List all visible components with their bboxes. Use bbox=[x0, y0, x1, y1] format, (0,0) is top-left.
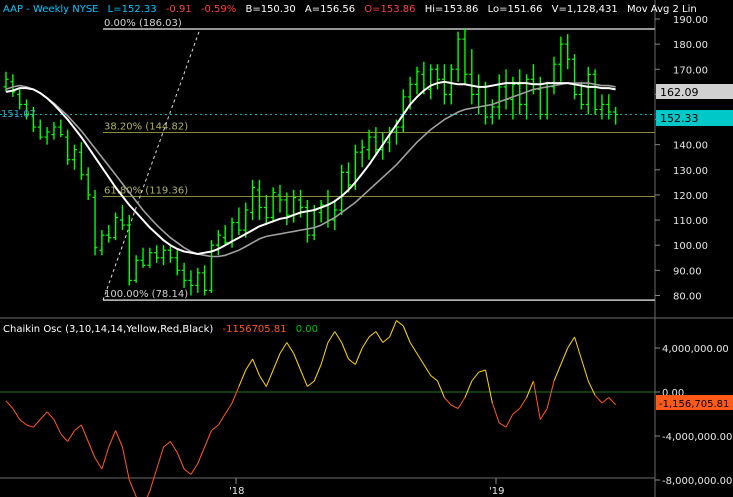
osc-zero: 0.00 bbox=[296, 324, 318, 335]
price-axis-label: 100.00 bbox=[673, 241, 708, 252]
x-label-2018: '18 bbox=[229, 486, 244, 497]
x-label-2019: '19 bbox=[489, 486, 504, 497]
osc-value: -1156705.81 bbox=[223, 324, 287, 335]
volume-text: V=1,128,431 bbox=[552, 4, 618, 15]
left-price-label: 151.07 bbox=[1, 109, 36, 120]
osc-axis-label: -4,000,000.00 bbox=[662, 432, 732, 443]
price-axis-label: 190.00 bbox=[673, 15, 708, 26]
osc-axis-label: 4,000,000.00 bbox=[662, 344, 729, 355]
stock-chart: AAP - Weekly NYSE L=152.33 -0.91 -0.59% … bbox=[0, 0, 733, 497]
open-text: O=153.86 bbox=[364, 4, 415, 15]
fib-label: 38.20% (144.82) bbox=[104, 122, 188, 133]
high-text: Hi=153.86 bbox=[425, 4, 479, 15]
ma-price-tag: 162.09 bbox=[656, 84, 733, 99]
osc-header: Chaikin Osc (3,10,14,14,Yellow,Red,Black… bbox=[3, 324, 318, 335]
header-line: AAP - Weekly NYSE L=152.33 -0.91 -0.59% … bbox=[3, 4, 697, 15]
price-axis-label: 120.00 bbox=[673, 191, 708, 202]
ask-text: A=156.56 bbox=[305, 4, 355, 15]
price-axis-label: 80.00 bbox=[673, 291, 702, 302]
low-text: Lo=151.66 bbox=[488, 4, 543, 15]
bid-text: B=150.30 bbox=[245, 4, 295, 15]
last-text: L=152.33 bbox=[108, 4, 157, 15]
fib-label: 100.00% (78.14) bbox=[104, 289, 188, 300]
fib-label: 0.00% (186.03) bbox=[104, 18, 182, 29]
chart-root: AAP - Weekly NYSE L=152.33 -0.91 -0.59% … bbox=[0, 0, 733, 497]
last-price-tag: 152.33 bbox=[656, 110, 733, 126]
price-axis-label: 180.00 bbox=[673, 40, 708, 51]
price-axis-label: 170.00 bbox=[673, 65, 708, 76]
chart-background bbox=[0, 0, 733, 497]
osc-axis-label: -8,000,000.00 bbox=[662, 476, 732, 487]
change-pct-text: -0.59% bbox=[201, 4, 236, 15]
price-axis-label: 130.00 bbox=[673, 166, 708, 177]
symbol-text: AAP - Weekly NYSE bbox=[3, 4, 98, 15]
osc-value-tag: -1,156,705.81 bbox=[656, 395, 733, 410]
change-text: -0.91 bbox=[166, 4, 192, 15]
price-axis-label: 90.00 bbox=[673, 266, 702, 277]
osc-value-tag-text: -1,156,705.81 bbox=[659, 399, 729, 410]
last-price-tag-text: 152.33 bbox=[660, 112, 699, 125]
osc-name: Chaikin Osc (3,10,14,14,Yellow,Red,Black… bbox=[3, 324, 213, 335]
ma-label-text: Mov Avg 2 Lin bbox=[627, 4, 697, 15]
price-axis-label: 140.00 bbox=[673, 141, 708, 152]
price-axis-label: 110.00 bbox=[673, 216, 708, 227]
ma-price-tag-text: 162.09 bbox=[660, 86, 699, 99]
